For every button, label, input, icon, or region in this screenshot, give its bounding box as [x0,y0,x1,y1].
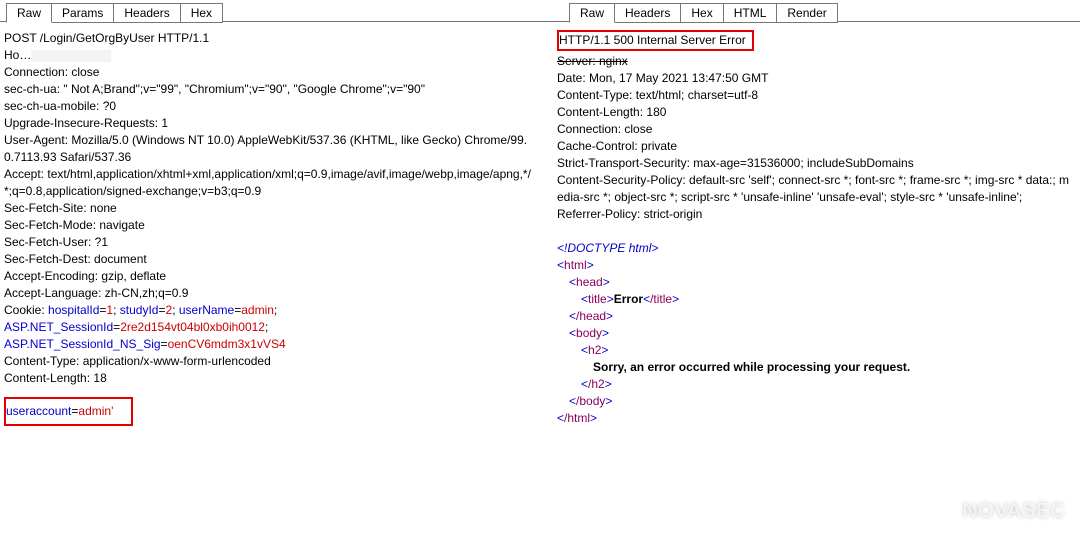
tab-headers-request[interactable]: Headers [113,3,180,23]
resp-doctype: <!DOCTYPE html> [557,240,1074,257]
tab-hex-response[interactable]: Hex [680,3,723,23]
tab-hex-request[interactable]: Hex [180,3,223,23]
resp-title: <title>Error</title> [557,291,1074,308]
request-cookie: Cookie: hospitalId=1; studyId=2; userNam… [4,302,537,353]
tab-raw-request[interactable]: Raw [6,3,52,23]
response-header: Strict-Transport-Security: max-age=31536… [557,155,1074,172]
resp-h2-close: </h2> [557,376,1074,393]
response-server: Server: nginx [557,53,1074,70]
request-method-line: POST /Login/GetOrgByUser HTTP/1.1 [4,30,537,47]
resp-body-open: <body> [557,325,1074,342]
response-header: Referrer-Policy: strict-origin [557,206,1074,223]
watermark: NOVASEC [929,500,1066,523]
resp-h2-open: <h2> [557,342,1074,359]
response-pane: Raw Headers Hex HTML Render HTTP/1.1 500… [543,0,1080,541]
tab-html-response[interactable]: HTML [723,3,778,23]
request-header: Accept-Encoding: gzip, deflate [4,268,537,285]
response-status-highlight: HTTP/1.1 500 Internal Server Error [557,30,754,51]
response-header: Content-Security-Policy: default-src 'se… [557,172,1074,206]
response-header: Content-Type: text/html; charset=utf-8 [557,87,1074,104]
resp-head-close: </head> [557,308,1074,325]
resp-h2-text: Sorry, an error occurred while processin… [557,359,1074,376]
tab-render-response[interactable]: Render [776,3,837,23]
request-header: Sec-Fetch-User: ?1 [4,234,537,251]
tab-params-request[interactable]: Params [51,3,114,23]
request-header: Accept-Language: zh-CN,zh;q=0.9 [4,285,537,302]
request-header: Sec-Fetch-Mode: navigate [4,217,537,234]
response-header: Content-Length: 180 [557,104,1074,121]
response-header: Date: Mon, 17 May 2021 13:47:50 GMT [557,70,1074,87]
request-header: Content-Type: application/x-www-form-url… [4,353,537,370]
request-tabs: Raw Params Headers Hex [0,0,543,22]
tab-raw-response[interactable]: Raw [569,3,615,23]
request-header: sec-ch-ua-mobile: ?0 [4,98,537,115]
request-header: Sec-Fetch-Site: none [4,200,537,217]
resp-html-close: </html> [557,410,1074,427]
response-raw[interactable]: HTTP/1.1 500 Internal Server Error Serve… [543,22,1080,433]
watermark-text: NOVASEC [963,500,1066,523]
request-body-highlight: useraccount=admin' [4,397,133,426]
request-header: Upgrade-Insecure-Requests: 1 [4,115,537,132]
response-header: Cache-Control: private [557,138,1074,155]
resp-head-open: <head> [557,274,1074,291]
request-header: Content-Length: 18 [4,370,537,387]
request-header: Accept: text/html,application/xhtml+xml,… [4,166,537,200]
request-pane: Raw Params Headers Hex POST /Login/GetOr… [0,0,543,541]
tab-headers-response[interactable]: Headers [614,3,681,23]
response-header: Connection: close [557,121,1074,138]
resp-html-open: <html> [557,257,1074,274]
request-raw[interactable]: POST /Login/GetOrgByUser HTTP/1.1 Ho… Co… [0,22,543,432]
request-header: User-Agent: Mozilla/5.0 (Windows NT 10.0… [4,132,537,166]
request-header: sec-ch-ua: " Not A;Brand";v="99", "Chrom… [4,81,537,98]
request-header: Connection: close [4,64,537,81]
request-header: Sec-Fetch-Dest: document [4,251,537,268]
response-tabs: Raw Headers Hex HTML Render [543,0,1080,22]
resp-body-close: </body> [557,393,1074,410]
wechat-icon [929,501,955,523]
request-host: Ho… [4,47,537,64]
